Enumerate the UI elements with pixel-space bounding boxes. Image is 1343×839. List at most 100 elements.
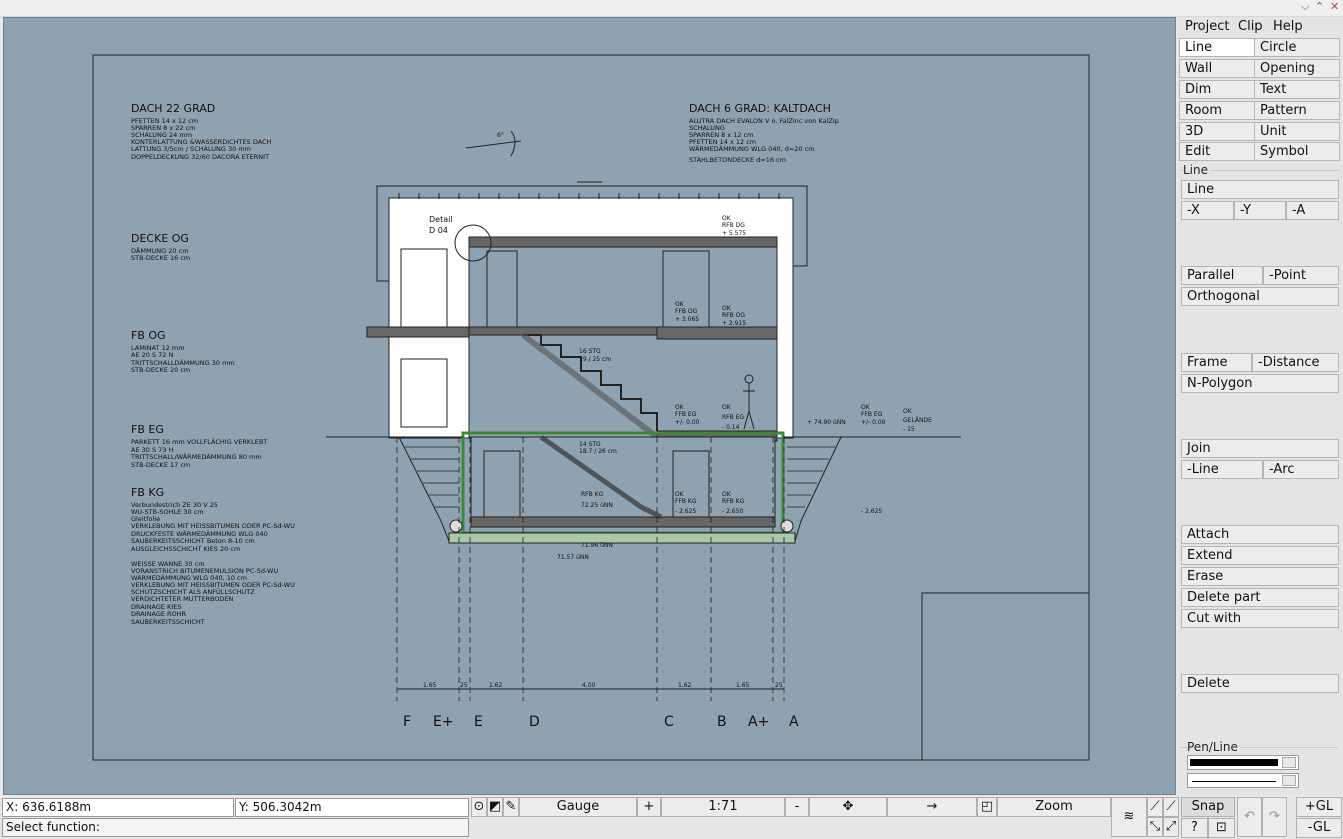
snap-end-icon[interactable]: ⤡ (1147, 817, 1163, 837)
svg-text:D: D (529, 714, 540, 730)
level-label: RFB KG (722, 498, 745, 505)
stair-label: 14 STG (579, 441, 601, 448)
level-label: FFB EG (675, 411, 697, 418)
line-mode-button[interactable]: Line (1181, 180, 1339, 199)
undo-icon[interactable]: ↶ (1237, 797, 1262, 837)
x-coordinate-field[interactable]: X: 636.6188m (2, 798, 234, 817)
zoom-button[interactable]: Zoom (997, 797, 1111, 817)
maximize-icon[interactable]: ⌃ (1315, 0, 1324, 14)
level-label: - 2.625 (861, 508, 882, 515)
join-arc-button[interactable]: -Arc (1263, 460, 1339, 479)
fb-kg-heading: FB KG (131, 486, 164, 499)
minimize-icon[interactable]: ⌵ (1301, 0, 1309, 14)
join-button[interactable]: Join (1181, 439, 1339, 458)
distance-button[interactable]: -Distance (1252, 353, 1339, 372)
tool-line-button[interactable]: Line (1179, 38, 1255, 57)
npolygon-button[interactable]: N-Polygon (1181, 374, 1339, 393)
frame-button[interactable]: Frame (1181, 353, 1252, 372)
linestyle-dropdown-icon[interactable] (1282, 775, 1296, 786)
point-button[interactable]: -Point (1263, 266, 1339, 285)
tool-symbol-button[interactable]: Symbol (1254, 142, 1340, 161)
level-label: - 2.650 (722, 508, 743, 515)
tool-dim-button[interactable]: Dim (1179, 80, 1255, 99)
svg-text:TRITTSCHALL/WÄRMEDÄMMUNG 80 mm: TRITTSCHALL/WÄRMEDÄMMUNG 80 mm (130, 452, 262, 461)
fb-og-specs: LAMINAT 12 mm AE 20 S 72 N TRITTSCHALLDÄ… (130, 344, 235, 374)
level-label: - 2.625 (675, 508, 696, 515)
gauge-button[interactable]: Gauge (519, 797, 637, 817)
scale-field[interactable]: 1:71 (661, 797, 785, 817)
panel-menubar: Project Clip Help (1181, 17, 1341, 36)
close-icon[interactable]: ✕ (1330, 0, 1339, 14)
erase-button[interactable]: Erase (1181, 567, 1339, 586)
window-zoom-icon[interactable]: ◰ (977, 797, 997, 817)
pen-icon[interactable]: ✎ (503, 797, 519, 817)
layers-icon[interactable]: ≋ (1111, 797, 1147, 837)
plus-gl-button[interactable]: +GL (1296, 797, 1342, 817)
join-line-button[interactable]: -Line (1181, 460, 1263, 479)
line-a-button[interactable]: -A (1286, 201, 1339, 220)
menu-clip[interactable]: Clip (1238, 19, 1263, 34)
drawing-canvas[interactable]: DACH 22 GRAD PFETTEN 14 x 12 cm SPARREN … (3, 17, 1176, 795)
line-style-selector[interactable] (1187, 773, 1299, 788)
svg-text:1.62: 1.62 (678, 682, 692, 689)
line-style-preview (1192, 781, 1276, 782)
section-drawing: DACH 22 GRAD PFETTEN 14 x 12 cm SPARREN … (92, 54, 1090, 761)
svg-text:VERDICHTETER MUTTERBODEN: VERDICHTETER MUTTERBODEN (131, 595, 234, 603)
svg-text:4.00: 4.00 (582, 682, 596, 689)
parallel-button[interactable]: Parallel (1181, 266, 1263, 285)
tool-wall-button[interactable]: Wall (1179, 59, 1255, 78)
level-label: RFB KG (581, 491, 604, 498)
level-label: + 2.915 (722, 320, 746, 327)
tool-pattern-button[interactable]: Pattern (1254, 101, 1340, 120)
line-y-button[interactable]: -Y (1234, 201, 1286, 220)
level-label: + 74.90 üNN (807, 419, 846, 426)
tool-room-button[interactable]: Room (1179, 101, 1255, 120)
level-label: RFB OG (722, 312, 745, 319)
ortho-icon[interactable]: ⊡ (1208, 818, 1235, 838)
cut-with-button[interactable]: Cut with (1181, 609, 1339, 628)
attach-button[interactable]: Attach (1181, 525, 1339, 544)
redo-icon[interactable]: ↷ (1262, 797, 1287, 837)
snap-point-icon[interactable]: ⊙ (471, 797, 487, 817)
pen-color-selector[interactable] (1187, 755, 1299, 770)
menu-help[interactable]: Help (1273, 19, 1303, 34)
level-label: 71.96 üNN (581, 542, 613, 549)
delete-part-button[interactable]: Delete part (1181, 588, 1339, 607)
arrow-right-icon[interactable]: → (887, 797, 977, 817)
zoom-in-button[interactable]: + (637, 797, 661, 817)
tool-opening-button[interactable]: Opening (1254, 59, 1340, 78)
snap-angle-icon[interactable]: ⟋ (1147, 797, 1163, 817)
tool-unit-button[interactable]: Unit (1254, 122, 1340, 141)
extend-button[interactable]: Extend (1181, 546, 1339, 565)
level-label: OK (675, 491, 685, 498)
command-prompt[interactable]: Select function: (2, 818, 469, 837)
minus-gl-button[interactable]: -GL (1296, 818, 1342, 838)
delete-button[interactable]: Delete (1181, 674, 1339, 693)
fill-icon[interactable]: ◩ (487, 797, 503, 817)
pen-dropdown-icon[interactable] (1282, 757, 1296, 768)
tool-edit-button[interactable]: Edit (1179, 142, 1255, 161)
snap-button[interactable]: Snap (1181, 797, 1235, 817)
pan-icon[interactable]: ✥ (809, 797, 887, 817)
fb-eg-heading: FB EG (131, 423, 164, 436)
svg-text:E+: E+ (433, 714, 454, 730)
level-label: 71.57 üNN (557, 554, 589, 561)
pen-color-swatch (1190, 759, 1278, 766)
tool-3d-button[interactable]: 3D (1179, 122, 1255, 141)
title-block (921, 592, 1090, 761)
zoom-out-button[interactable]: - (785, 797, 809, 817)
line-x-button[interactable]: -X (1181, 201, 1234, 220)
level-label: - 15 (903, 426, 915, 433)
svg-text:DOPPELDECKUNG 32/60 DACORA ETE: DOPPELDECKUNG 32/60 DACORA ETERNIT (131, 153, 269, 161)
tool-circle-button[interactable]: Circle (1254, 38, 1340, 57)
roof-left-heading: DACH 22 GRAD (131, 102, 215, 115)
orthogonal-button[interactable]: Orthogonal (1181, 287, 1339, 306)
svg-text:E: E (474, 714, 483, 730)
menu-project[interactable]: Project (1185, 19, 1229, 34)
snap-mid-icon[interactable]: ⤢ (1163, 817, 1179, 837)
y-coordinate-field[interactable]: Y: 506.3042m (235, 798, 469, 817)
help-button[interactable]: ? (1181, 818, 1208, 838)
snap-line-icon[interactable]: ⟋ (1163, 797, 1179, 817)
tool-text-button[interactable]: Text (1254, 80, 1340, 99)
svg-text:25: 25 (460, 682, 468, 689)
